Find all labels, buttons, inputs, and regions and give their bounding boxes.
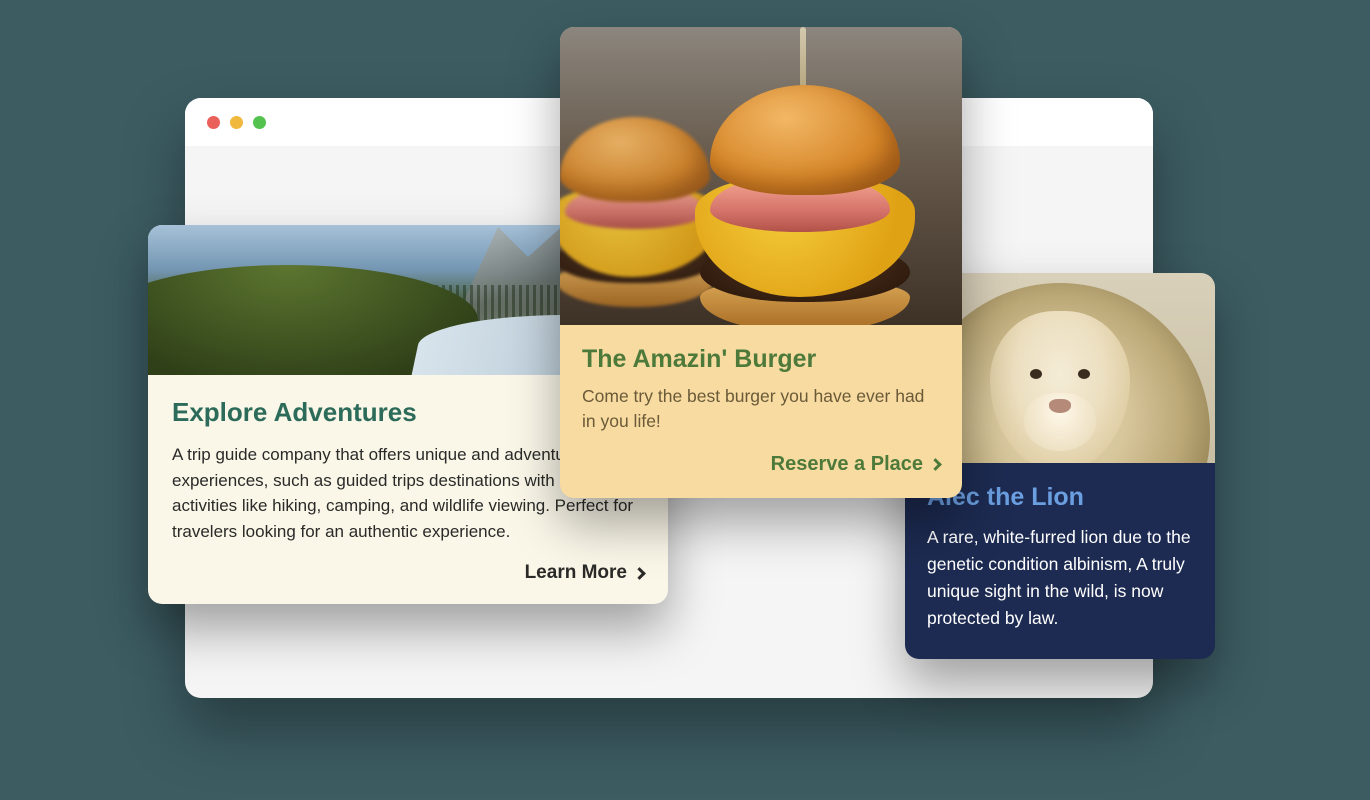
learn-more-button[interactable]: Learn More [172,562,644,584]
window-maximize-dot[interactable] [253,116,266,129]
cta-label: Reserve a Place [771,453,923,476]
card-description: A rare, white-furred lion due to the gen… [927,524,1193,633]
cta-label: Learn More [525,562,627,584]
window-close-dot[interactable] [207,116,220,129]
card-burger: The Amazin' Burger Come try the best bur… [560,27,962,498]
chevron-right-icon [929,458,942,471]
card-title: Alec the Lion [927,483,1193,512]
chevron-right-icon [633,567,646,580]
window-minimize-dot[interactable] [230,116,243,129]
card-title: The Amazin' Burger [582,345,940,374]
card-description: Come try the best burger you have ever h… [582,384,940,435]
card-image-burger [560,27,962,325]
reserve-place-button[interactable]: Reserve a Place [582,453,940,476]
